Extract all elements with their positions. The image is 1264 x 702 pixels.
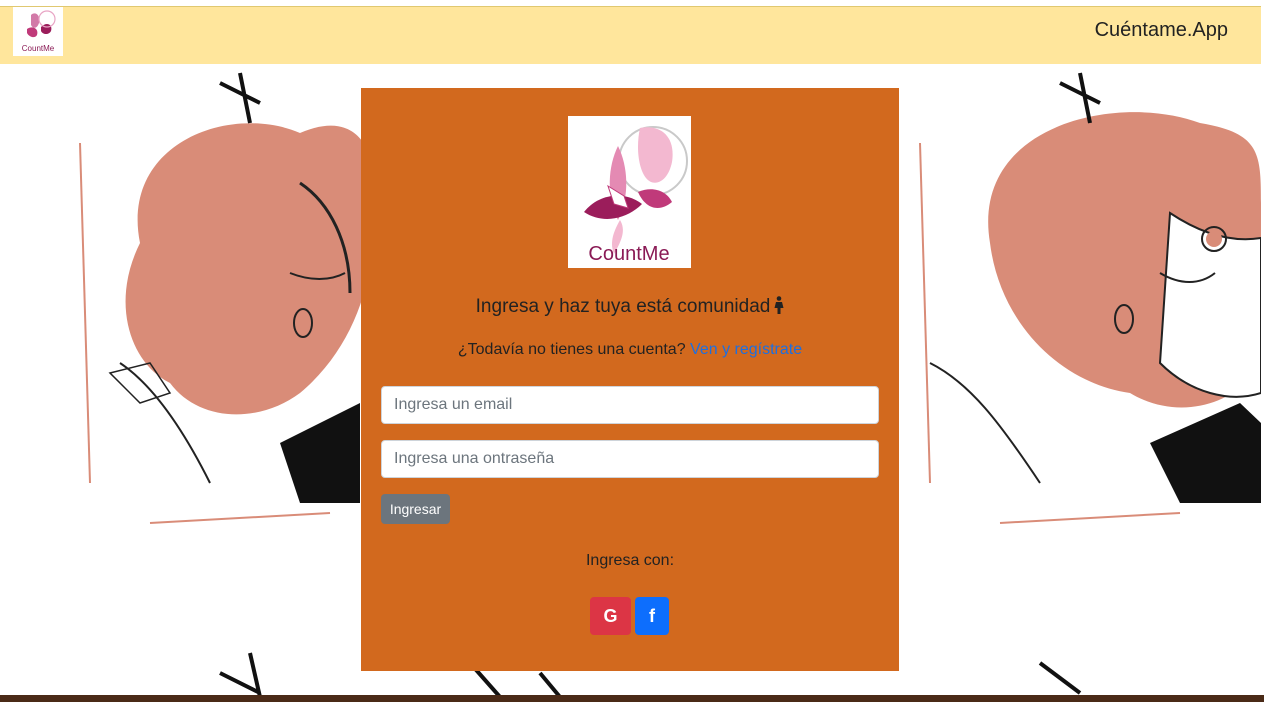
- google-icon: G: [603, 605, 618, 626]
- social-login-label: Ingresa con:: [585, 552, 675, 569]
- email-field[interactable]: [381, 386, 879, 424]
- google-login-button[interactable]: G: [590, 597, 631, 635]
- countme-card-logo: CountMe: [568, 116, 691, 268]
- top-navbar: CountMe Cuéntame.App: [0, 6, 1261, 64]
- right-illustration: [919, 72, 1261, 695]
- login-button[interactable]: Ingresar: [381, 494, 450, 524]
- page-bottom-bar: [0, 695, 1264, 702]
- nav-logo-text: CountMe: [22, 44, 55, 53]
- woman-icon: [774, 296, 784, 320]
- brand-title[interactable]: Cuéntame.App: [1095, 19, 1228, 42]
- register-prompt-text: ¿Todavía no tienes una cuenta?: [457, 341, 686, 358]
- login-card: CountMe Ingresa y haz tuya está comunida…: [361, 88, 899, 671]
- card-logo-text: CountMe: [588, 243, 669, 265]
- headline-text: Ingresa y haz tuya está comunidad: [475, 296, 771, 317]
- facebook-icon: f: [649, 605, 655, 626]
- countme-logo[interactable]: CountMe: [13, 7, 63, 56]
- facebook-login-button[interactable]: f: [635, 597, 669, 635]
- password-field[interactable]: [381, 440, 879, 478]
- register-link[interactable]: Ven y regístrate: [690, 341, 802, 358]
- register-prompt: ¿Todavía no tienes una cuenta? Ven y reg…: [361, 341, 899, 359]
- login-headline: Ingresa y haz tuya está comunidad: [361, 296, 899, 320]
